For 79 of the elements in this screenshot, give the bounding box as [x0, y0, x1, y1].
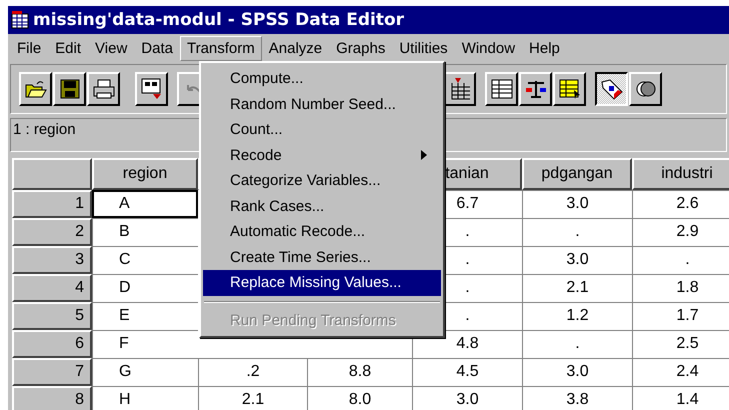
select-cases-button[interactable] [553, 72, 586, 106]
grid-insert-icon [448, 78, 470, 100]
table-cell: 2.1 [522, 274, 632, 302]
menu-item[interactable]: Analyze [262, 36, 330, 60]
menu-item[interactable]: File [10, 36, 48, 60]
table-cell: E [92, 302, 198, 330]
table-cell: A [92, 190, 198, 218]
weight-button[interactable] [519, 72, 552, 106]
table-cell: B [92, 218, 198, 246]
value-labels-button[interactable] [595, 72, 628, 106]
row-number[interactable]: 3 [12, 246, 92, 274]
table-cell: H [92, 386, 198, 410]
circles-icon [634, 79, 656, 99]
printer-icon [92, 79, 114, 99]
table-icon [490, 79, 512, 99]
table-cell: 2.9 [632, 218, 729, 246]
table-cell: G [92, 358, 198, 386]
menu-item[interactable]: Random Number Seed... [203, 92, 441, 117]
table-cell: .2 [198, 358, 307, 386]
tag-icon [600, 78, 624, 100]
row-number[interactable]: 5 [12, 302, 92, 330]
menu-item[interactable]: Count... [203, 117, 441, 142]
row-number[interactable]: 7 [12, 358, 92, 386]
spreadsheet-icon [11, 11, 29, 29]
open-button[interactable] [19, 72, 52, 106]
row-number[interactable]: 2 [12, 218, 92, 246]
row-number[interactable]: 1 [12, 190, 92, 218]
menu-item[interactable]: Transform [180, 36, 262, 60]
menu-item[interactable]: View [88, 36, 134, 60]
save-button[interactable] [53, 72, 86, 106]
table-cell: 3.0 [522, 190, 632, 218]
menu-item[interactable]: Compute... [203, 66, 441, 92]
menu-item[interactable]: Help [522, 36, 567, 60]
table-cell: 4.5 [412, 358, 522, 386]
table-cell: 2.5 [632, 330, 729, 358]
menu-item[interactable]: Window [454, 36, 522, 60]
menu-item[interactable]: Edit [48, 36, 88, 60]
folder-icon [24, 79, 46, 99]
row-number[interactable]: 4 [12, 274, 92, 302]
window-title: missing'data-modul - SPSS Data Editor [33, 10, 404, 30]
print-button[interactable] [87, 72, 120, 106]
submenu-arrow-icon [421, 150, 427, 160]
table-cell: 1.7 [632, 302, 729, 330]
table-cell: 3.0 [522, 246, 632, 274]
menu-item[interactable]: Data [134, 36, 180, 60]
menu-item[interactable]: Replace Missing Values... [203, 270, 441, 296]
scale-icon [524, 79, 546, 99]
table-cell: 2.1 [198, 386, 307, 410]
table-cell: . [522, 330, 632, 358]
table-cell: 2.4 [632, 358, 729, 386]
table-cell: . [522, 218, 632, 246]
table-cell: 4.8 [412, 330, 522, 358]
insert-case-button[interactable] [443, 72, 476, 106]
sets-button[interactable] [629, 72, 662, 106]
undo-icon [186, 84, 200, 94]
table-cell: 1.2 [522, 302, 632, 330]
variables-button[interactable] [485, 72, 518, 106]
column-header[interactable]: industri [632, 158, 729, 190]
row-number[interactable]: 8 [12, 386, 92, 410]
menu-item[interactable]: Utilities [392, 36, 455, 60]
column-header[interactable]: pdgangan [522, 158, 632, 190]
table-cell: 3.0 [412, 386, 522, 410]
table-cell: 8.8 [307, 358, 412, 386]
table-cell: 3.8 [522, 386, 632, 410]
recall-button[interactable] [135, 72, 168, 106]
table-cell: 3.0 [522, 358, 632, 386]
row-number[interactable]: 6 [12, 330, 92, 358]
table-cell: D [92, 274, 198, 302]
dialog-icon [140, 78, 162, 100]
highlighted-table-icon [558, 79, 580, 99]
table-cell: F [92, 330, 198, 358]
column-header[interactable]: region [92, 158, 198, 190]
table-cell: 1.8 [632, 274, 729, 302]
table-cell: C [92, 246, 198, 274]
menu-item[interactable]: Graphs [329, 36, 392, 60]
table-cell: 8.0 [307, 386, 412, 410]
table-cell: 1.4 [632, 386, 729, 410]
table-cell: . [632, 246, 729, 274]
table-cell: 2.6 [632, 190, 729, 218]
